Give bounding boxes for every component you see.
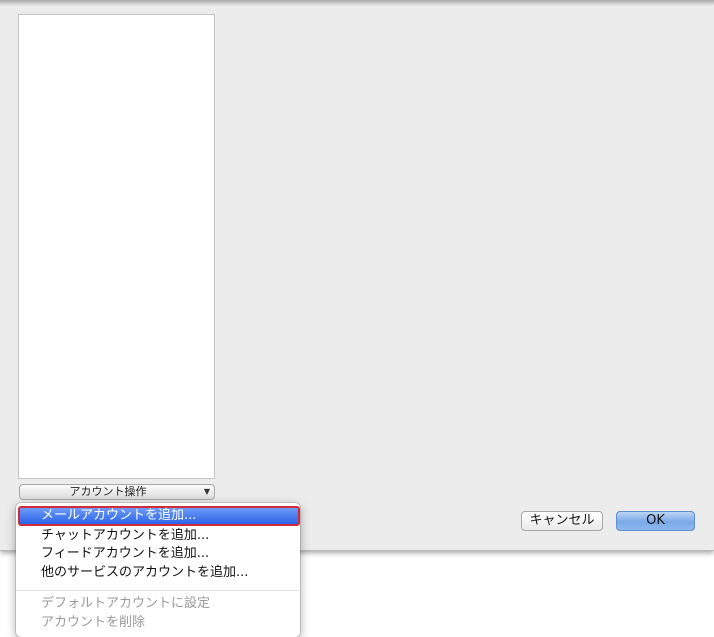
ok-button[interactable]: OK — [616, 511, 695, 531]
menu-item-remove-account[interactable]: アカウントを削除 — [16, 613, 300, 633]
accounts-sheet: アカウント操作 ▼ キャンセル OK — [0, 0, 714, 551]
account-action-menu: メールアカウントを追加... チャットアカウントを追加... フィードアカウント… — [16, 503, 300, 637]
menu-item-add-chat-account[interactable]: チャットアカウントを追加... — [16, 526, 300, 546]
account-list[interactable] — [18, 14, 215, 479]
menu-item-add-mail-account[interactable]: メールアカウントを追加... — [18, 506, 300, 526]
menu-separator — [16, 590, 300, 591]
menu-item-set-default-account[interactable]: デフォルトアカウントに設定 — [16, 594, 300, 614]
triangle-down-icon: ▼ — [203, 487, 210, 496]
sheet-top-shadow — [0, 0, 714, 6]
cancel-button[interactable]: キャンセル — [521, 511, 603, 531]
menu-item-add-feed-account[interactable]: フィードアカウントを追加... — [16, 544, 300, 564]
account-action-popup-button[interactable]: アカウント操作 ▼ — [19, 484, 215, 500]
menu-item-add-other-account[interactable]: 他のサービスのアカウントを追加... — [16, 563, 300, 583]
account-action-label: アカウント操作 — [69, 485, 147, 498]
